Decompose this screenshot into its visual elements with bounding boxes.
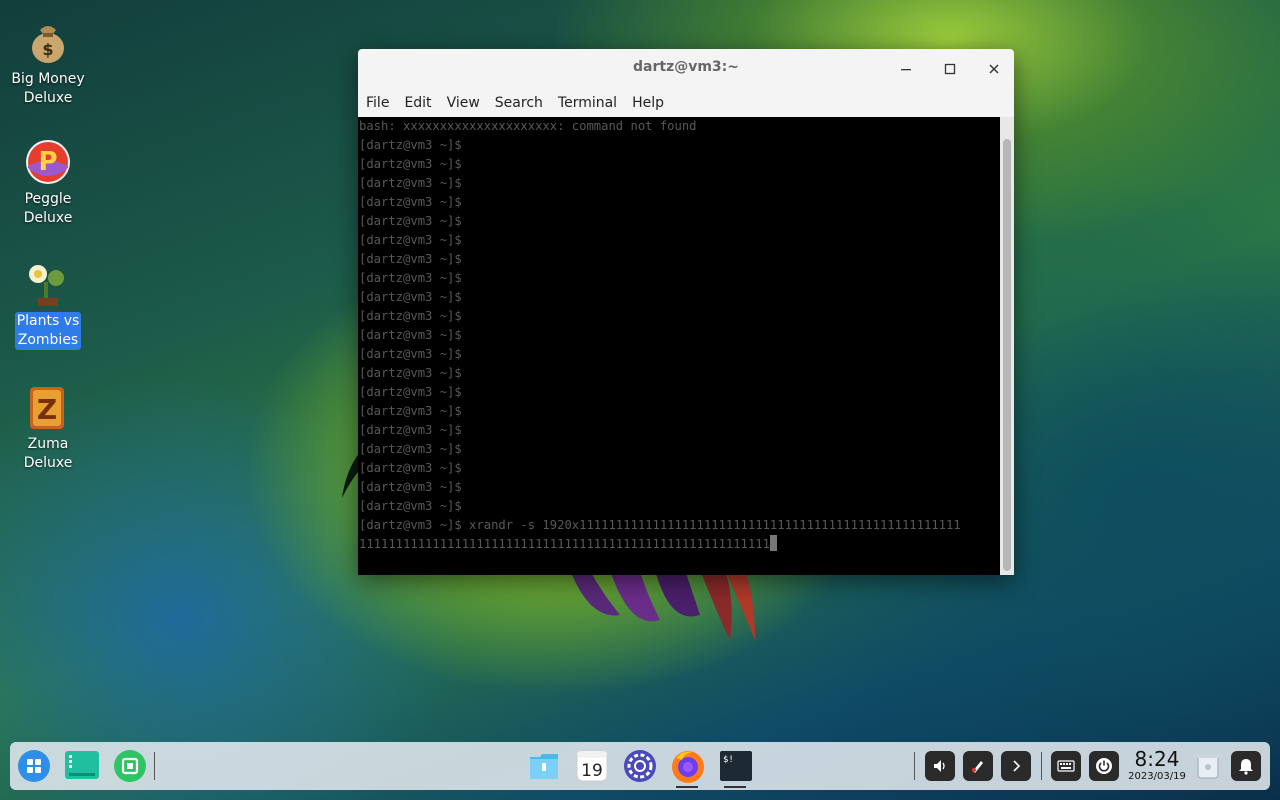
menu-view[interactable]: View (447, 95, 480, 111)
active-app-indicator (676, 786, 698, 788)
text-cursor (769, 535, 777, 551)
taskbar-separator (1041, 752, 1042, 780)
notifications-button[interactable] (1231, 751, 1261, 781)
volume-button[interactable] (925, 751, 955, 781)
trash-button[interactable] (1190, 748, 1226, 784)
bell-icon (1239, 759, 1253, 775)
firefox-button[interactable] (670, 748, 706, 784)
close-button[interactable] (981, 57, 1007, 81)
close-icon (989, 64, 999, 74)
scrollbar-thumb[interactable] (1003, 139, 1011, 571)
plant-icon (24, 260, 72, 308)
taskbar: 19 $! 8:24 2023/03/19 (10, 742, 1270, 790)
terminal-line: [dartz@vm3 ~]$ (359, 176, 462, 190)
calendar-icon: 19 (576, 750, 608, 782)
icon-label: Peggle Deluxe (23, 191, 73, 226)
firefox-icon (672, 751, 704, 783)
terminal-line: [dartz@vm3 ~]$ (359, 233, 462, 247)
terminal-output[interactable]: bash: xxxxxxxxxxxxxxxxxxxxx: command not… (358, 117, 1000, 575)
svg-text:P: P (38, 147, 57, 177)
clock-date: 2023/03/19 (1128, 771, 1186, 782)
folder-icon (530, 754, 558, 779)
icon-label: Plants vs Zombies (14, 312, 82, 350)
terminal-line: [dartz@vm3 ~]$ (359, 195, 462, 209)
terminal-line: [dartz@vm3 ~]$ (359, 385, 462, 399)
window-titlebar[interactable]: dartz@vm3:~ (358, 49, 1014, 89)
terminal-line: [dartz@vm3 ~]$ (359, 423, 462, 437)
money-bag-icon: $ (24, 18, 72, 66)
clock[interactable]: 8:24 2023/03/19 (1127, 747, 1187, 783)
terminal-line: [dartz@vm3 ~]$ (359, 328, 462, 342)
peggle-icon: P (24, 138, 72, 186)
tray-expand-button[interactable] (1001, 751, 1031, 781)
settings-button[interactable] (622, 748, 658, 784)
app-store-icon (114, 750, 146, 782)
menu-bar: File Edit View Search Terminal Help (358, 89, 1014, 117)
icon-label: Zuma Deluxe (23, 436, 73, 471)
taskbar-separator (914, 752, 915, 780)
terminal-glyph: $! (723, 755, 734, 765)
menu-search[interactable]: Search (495, 95, 543, 111)
menu-help[interactable]: Help (632, 95, 664, 111)
power-icon (1096, 758, 1112, 774)
keyboard-icon (1057, 760, 1075, 772)
calendar-day: 19 (581, 761, 603, 781)
file-manager-button[interactable] (526, 748, 562, 784)
pen-icon (972, 761, 983, 773)
multitask-view-button[interactable] (64, 748, 100, 784)
minimize-icon (901, 69, 911, 71)
calendar-button[interactable]: 19 (574, 748, 610, 784)
terminal-line: [dartz@vm3 ~]$ (359, 442, 462, 456)
terminal-icon: $! (720, 751, 752, 781)
launcher-icon (18, 750, 50, 782)
terminal-line: [dartz@vm3 ~]$ (359, 366, 462, 380)
icon-label: Big Money Deluxe (11, 71, 85, 106)
terminal-line: [dartz@vm3 ~]$ (359, 309, 462, 323)
active-app-indicator (724, 786, 746, 788)
svg-text:$: $ (42, 40, 53, 59)
desktop-icon-zuma-deluxe[interactable]: Z Zuma Deluxe (8, 383, 88, 473)
trash-icon (1197, 754, 1219, 779)
terminal-line: [dartz@vm3 ~]$ (359, 461, 462, 475)
terminal-line: [dartz@vm3 ~]$ (359, 499, 462, 513)
terminal-line: [dartz@vm3 ~]$ (359, 347, 462, 361)
multitask-view-icon (65, 751, 99, 779)
gear-icon (624, 750, 656, 782)
maximize-button[interactable] (937, 57, 963, 81)
terminal-line: 1111111111111111111111111111111111111111… (359, 537, 770, 551)
zuma-icon: Z (24, 383, 72, 431)
maximize-icon (944, 63, 956, 75)
chevron-right-icon (1013, 760, 1021, 772)
taskbar-separator (154, 752, 155, 780)
terminal-line: bash: xxxxxxxxxxxxxxxxxxxxx: command not… (359, 119, 697, 133)
minimize-button[interactable] (893, 57, 919, 81)
terminal-window[interactable]: dartz@vm3:~ File Edit View Search Termin… (358, 49, 1014, 575)
terminal-line: [dartz@vm3 ~]$ (359, 290, 462, 304)
svg-text:Z: Z (37, 393, 57, 426)
terminal-line: [dartz@vm3 ~]$ (359, 138, 462, 152)
terminal-line: [dartz@vm3 ~]$ (359, 480, 462, 494)
desktop-icon-peggle-deluxe[interactable]: P Peggle Deluxe (8, 138, 88, 228)
terminal-line: [dartz@vm3 ~]$ (359, 157, 462, 171)
power-button[interactable] (1089, 751, 1119, 781)
terminal-button[interactable]: $! (718, 748, 754, 784)
terminal-line: [dartz@vm3 ~]$ (359, 252, 462, 266)
store-button[interactable] (112, 748, 148, 784)
terminal-line: [dartz@vm3 ~]$ (359, 404, 462, 418)
launcher-button[interactable] (16, 748, 52, 784)
terminal-line: [dartz@vm3 ~]$ xrandr -s 1920x1111111111… (359, 518, 961, 532)
speaker-icon (934, 760, 945, 772)
menu-edit[interactable]: Edit (404, 95, 431, 111)
desktop-icon-plants-vs-zombies[interactable]: Plants vs Zombies (8, 260, 88, 350)
menu-terminal[interactable]: Terminal (558, 95, 617, 111)
terminal-line: [dartz@vm3 ~]$ (359, 214, 462, 228)
screen-record-button[interactable] (963, 751, 993, 781)
menu-file[interactable]: File (366, 95, 389, 111)
terminal-input-line[interactable]: 1111111111111111111111111111111111111111… (358, 535, 1000, 554)
desktop-icon-big-money-deluxe[interactable]: $ Big Money Deluxe (8, 18, 88, 108)
keyboard-button[interactable] (1051, 751, 1081, 781)
terminal-line: [dartz@vm3 ~]$ (359, 271, 462, 285)
clock-time: 8:24 (1134, 747, 1180, 771)
